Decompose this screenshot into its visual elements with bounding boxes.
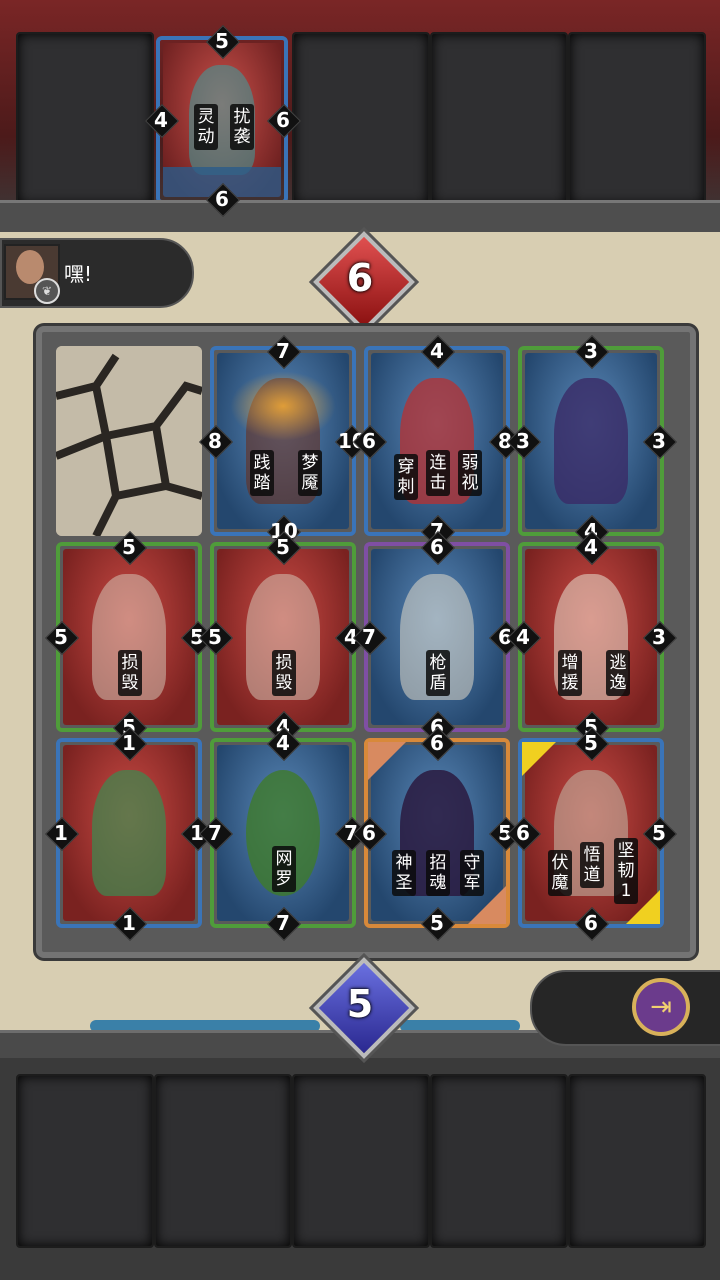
exit-panel <box>530 970 720 1046</box>
stat-top: 6 <box>424 730 450 756</box>
stat-left: 4 <box>510 624 536 650</box>
board-card[interactable]: 5 5 6 6 伏魔 悟道 坚韧1 <box>516 731 666 935</box>
card-art <box>163 43 281 197</box>
stat-top: 6 <box>424 534 450 560</box>
stat-top: 5 <box>270 534 296 560</box>
ability-label: 践踏 <box>250 450 274 496</box>
stat-left: 5 <box>48 624 74 650</box>
board-card[interactable]: 6 6 6 7 枪盾 <box>362 535 512 739</box>
ability-label: 坚韧1 <box>614 838 638 904</box>
ability-label: 增援 <box>558 650 582 696</box>
rock-obstacle-tile <box>56 346 202 536</box>
stat-left: 8 <box>202 428 228 454</box>
stat-left: 7 <box>356 624 382 650</box>
opponent-hand-card[interactable]: 5 6 6 4 灵动 扰袭 <box>154 29 290 211</box>
stat-top: 5 <box>116 534 142 560</box>
player-hand-slot[interactable] <box>430 1074 568 1248</box>
stat-top: 4 <box>578 534 604 560</box>
board-card[interactable]: 6 5 5 6 神圣 招魂 守军 <box>362 731 512 935</box>
cracked-rock-icon <box>56 346 202 536</box>
board-card[interactable]: 4 7 7 7 网罗 <box>208 731 358 935</box>
board-card[interactable]: 5 4 4 5 损毁 <box>208 535 358 739</box>
stat-top: 1 <box>116 730 142 756</box>
board-card[interactable]: 4 3 5 4 增援 逃逸 <box>516 535 666 739</box>
ability-label: 弱视 <box>458 450 482 496</box>
stat-left: 4 <box>148 107 174 133</box>
stat-bottom: 5 <box>424 910 450 936</box>
yellow-corner-marker <box>522 742 556 776</box>
board-card[interactable]: 1 1 1 1 <box>54 731 204 935</box>
stat-right: 3 <box>646 624 672 650</box>
exit-door-icon[interactable]: ⇥ <box>632 978 690 1036</box>
stat-top: 3 <box>578 338 604 364</box>
opponent-hand-slot <box>568 32 706 206</box>
stat-bottom: 1 <box>116 910 142 936</box>
top-rail <box>0 200 720 236</box>
ability-label: 网罗 <box>272 846 296 892</box>
player-hand-slot[interactable] <box>568 1074 706 1248</box>
ability-label: 梦魇 <box>298 450 322 496</box>
card-art <box>63 549 195 725</box>
orange-corner-marker <box>368 742 406 780</box>
player-score: 5 <box>346 982 374 1026</box>
card-art <box>371 549 503 725</box>
ability-label: 守军 <box>460 850 484 896</box>
ability-label: 悟道 <box>580 842 604 888</box>
board-card[interactable]: 5 5 5 5 损毁 <box>54 535 204 739</box>
stat-right: 6 <box>270 107 296 133</box>
ability-label: 逃逸 <box>606 650 630 696</box>
ability-label: 损毁 <box>118 650 142 696</box>
card-art <box>217 745 349 921</box>
card-art <box>63 745 195 921</box>
stat-left: 6 <box>356 820 382 846</box>
stat-bottom: 6 <box>209 186 235 212</box>
ability-label: 伏魔 <box>548 850 572 896</box>
stat-top: 7 <box>270 338 296 364</box>
board-card[interactable]: 7 10 10 8 践踏 梦魇 <box>208 339 366 543</box>
stat-bottom: 7 <box>270 910 296 936</box>
board-card[interactable]: 4 8 7 6 穿刺 连击 弱视 <box>362 339 512 543</box>
board-card[interactable]: 3 3 4 3 <box>516 339 666 543</box>
card-art <box>525 353 657 529</box>
opponent-hand-slot <box>430 32 568 206</box>
card-art <box>217 353 349 529</box>
card-art <box>371 353 503 529</box>
stat-left: 1 <box>48 820 74 846</box>
player-hand-slot[interactable] <box>16 1074 154 1248</box>
ability-label: 枪盾 <box>426 650 450 696</box>
leaf-badge-icon: ❦ <box>34 278 60 304</box>
stat-top: 5 <box>578 730 604 756</box>
stat-left: 6 <box>510 820 536 846</box>
opponent-hand-slot <box>16 32 154 206</box>
stat-left: 7 <box>202 820 228 846</box>
stat-left: 3 <box>510 428 536 454</box>
player-hand-slot[interactable] <box>292 1074 430 1248</box>
stat-bottom: 6 <box>578 910 604 936</box>
stat-right: 3 <box>646 428 672 454</box>
ability-label: 神圣 <box>392 850 416 896</box>
ability-label: 连击 <box>426 450 450 496</box>
chat-message: 嘿! <box>64 262 93 286</box>
stat-top: 4 <box>270 730 296 756</box>
ability-label: 穿刺 <box>394 454 418 500</box>
opponent-score: 6 <box>346 256 374 300</box>
opponent-hand-slot <box>292 32 430 206</box>
stat-right: 5 <box>646 820 672 846</box>
player-hand-slot[interactable] <box>154 1074 292 1248</box>
stat-top: 5 <box>209 28 235 54</box>
ability-label: 招魂 <box>426 850 450 896</box>
ability-label: 损毁 <box>272 650 296 696</box>
stat-left: 6 <box>356 428 382 454</box>
stat-top: 4 <box>424 338 450 364</box>
ability-label: 扰袭 <box>230 104 254 150</box>
stat-left: 5 <box>202 624 228 650</box>
card-art <box>525 549 657 725</box>
ability-label: 灵动 <box>194 104 218 150</box>
card-art <box>217 549 349 725</box>
